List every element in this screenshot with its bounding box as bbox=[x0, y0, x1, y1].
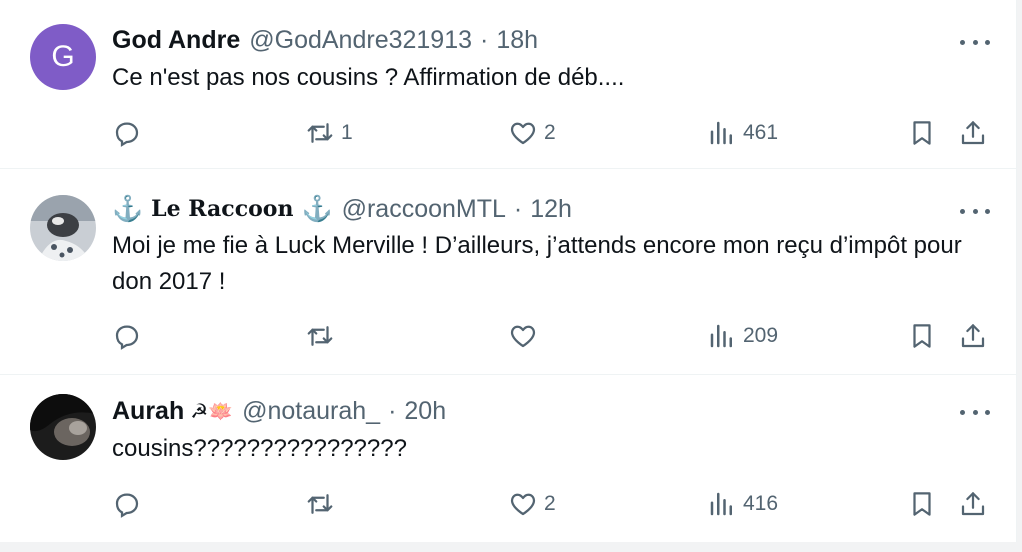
like-button[interactable] bbox=[508, 316, 544, 356]
separator-dot: · bbox=[480, 25, 489, 54]
more-options-button[interactable] bbox=[960, 32, 990, 52]
bookmark-button[interactable] bbox=[907, 113, 937, 153]
separator-dot: · bbox=[388, 396, 397, 425]
more-options-button[interactable] bbox=[960, 201, 990, 221]
timestamp[interactable]: 18h bbox=[496, 26, 538, 55]
views-button[interactable]: 416 bbox=[707, 484, 778, 524]
bookmark-icon bbox=[913, 324, 931, 348]
bookmark-icon bbox=[913, 492, 931, 516]
like-button[interactable]: 2 bbox=[508, 113, 556, 153]
views-icon bbox=[710, 121, 732, 145]
more-options-button[interactable] bbox=[960, 402, 990, 422]
user-handle[interactable]: @notaurah_ bbox=[242, 397, 380, 426]
avatar-photo bbox=[30, 394, 96, 460]
bookmark-icon bbox=[913, 121, 931, 145]
reply-button[interactable] bbox=[112, 484, 148, 524]
user-handle[interactable]: @GodAndre321913 bbox=[249, 26, 472, 55]
tweet-actions: 1 2 461 bbox=[0, 113, 1016, 153]
share-icon bbox=[961, 492, 985, 516]
view-count: 416 bbox=[743, 492, 779, 515]
reply-icon bbox=[115, 325, 139, 350]
retweet-icon bbox=[307, 123, 333, 143]
tweet-header: ⚓ Le Raccoon ⚓ @raccoonMTL · 12h bbox=[112, 193, 572, 225]
views-icon bbox=[710, 492, 732, 516]
heart-icon bbox=[510, 325, 536, 348]
user-handle[interactable]: @raccoonMTL bbox=[342, 195, 506, 224]
tweet-header: God Andre @GodAndre321913 · 18h bbox=[112, 24, 538, 56]
avatar[interactable]: G bbox=[30, 24, 96, 90]
share-icon bbox=[961, 121, 985, 145]
share-button[interactable] bbox=[958, 316, 988, 356]
retweet-button[interactable] bbox=[305, 316, 341, 356]
retweet-icon bbox=[307, 494, 333, 514]
avatar[interactable] bbox=[30, 195, 96, 261]
tweet-text: Ce n'est pas nos cousins ? Affirmation d… bbox=[112, 64, 625, 91]
views-icon bbox=[710, 324, 732, 348]
avatar-photo bbox=[30, 195, 96, 261]
retweet-button[interactable]: 1 bbox=[305, 113, 353, 153]
tweet-actions: 209 bbox=[0, 316, 1016, 356]
view-count: 209 bbox=[743, 324, 779, 347]
display-name[interactable]: Aurah bbox=[112, 397, 184, 426]
tweet-actions: 2 416 bbox=[0, 484, 1016, 524]
display-name[interactable]: Le Raccoon bbox=[151, 196, 293, 222]
reply-icon bbox=[115, 122, 139, 147]
reply-feed: G God Andre @GodAndre321913 · 18h Ce n'e… bbox=[0, 0, 1017, 542]
bookmark-button[interactable] bbox=[907, 316, 937, 356]
display-name[interactable]: God Andre bbox=[112, 26, 240, 55]
views-button[interactable]: 209 bbox=[707, 316, 778, 356]
name-emoji: ☭🪷 bbox=[190, 400, 234, 423]
reply-icon bbox=[115, 493, 139, 518]
share-button[interactable] bbox=[958, 484, 988, 524]
share-icon bbox=[961, 324, 985, 348]
reply-button[interactable] bbox=[112, 113, 148, 153]
tweet[interactable]: G God Andre @GodAndre321913 · 18h Ce n'e… bbox=[0, 0, 1016, 169]
separator-dot: · bbox=[513, 194, 523, 223]
like-count: 2 bbox=[544, 492, 556, 515]
tweet-header: Aurah ☭🪷 @notaurah_ · 20h bbox=[112, 395, 446, 427]
heart-icon bbox=[510, 493, 536, 516]
anchor-icon: ⚓ bbox=[112, 194, 144, 223]
bookmark-button[interactable] bbox=[907, 484, 937, 524]
tweet[interactable]: ⚓ Le Raccoon ⚓ @raccoonMTL · 12h Moi je … bbox=[0, 169, 1016, 375]
tweet[interactable]: Aurah ☭🪷 @notaurah_ · 20h cousins???????… bbox=[0, 375, 1016, 542]
like-button[interactable]: 2 bbox=[508, 484, 556, 524]
timestamp[interactable]: 20h bbox=[404, 397, 446, 426]
tweet-text: cousins???????????????? bbox=[112, 435, 407, 462]
views-button[interactable]: 461 bbox=[707, 113, 778, 153]
retweet-button[interactable] bbox=[305, 484, 341, 524]
reply-button[interactable] bbox=[112, 316, 148, 356]
heart-icon bbox=[510, 122, 536, 145]
tweet-text: Moi je me fie à Luck Merville ! D’ailleu… bbox=[112, 232, 962, 295]
avatar[interactable] bbox=[30, 394, 96, 460]
share-button[interactable] bbox=[958, 113, 988, 153]
like-count: 2 bbox=[544, 121, 556, 144]
retweet-count: 1 bbox=[341, 121, 353, 144]
timestamp[interactable]: 12h bbox=[530, 195, 572, 224]
view-count: 461 bbox=[743, 121, 779, 144]
avatar-letter: G bbox=[51, 40, 75, 73]
anchor-icon: ⚓ bbox=[301, 194, 333, 223]
retweet-icon bbox=[307, 326, 333, 346]
